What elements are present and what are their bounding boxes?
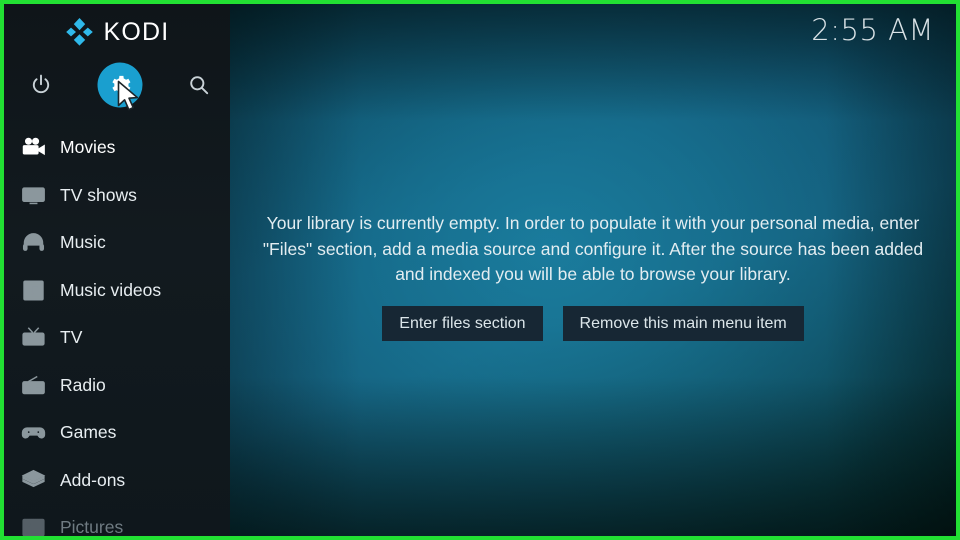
headphones-icon [12, 230, 54, 255]
sidebar-item-label: Music [60, 232, 106, 253]
sidebar-item-pictures[interactable]: Pictures [4, 504, 230, 538]
remove-main-menu-item-button[interactable]: Remove this main menu item [562, 305, 804, 341]
music-film-icon [12, 278, 54, 303]
television-icon [12, 183, 54, 208]
picture-icon [12, 515, 54, 536]
sidebar-item-tv-shows[interactable]: TV shows [4, 172, 230, 220]
sidebar-item-label: Movies [60, 137, 116, 158]
clock: 2:55 AM [811, 13, 934, 47]
sidebar-item-label: Games [60, 422, 117, 443]
sidebar-item-label: Pictures [60, 517, 124, 538]
top-icon-row [4, 58, 230, 112]
sidebar-item-tv[interactable]: TV [4, 314, 230, 362]
sidebar-item-add-ons[interactable]: Add-ons [4, 457, 230, 505]
radio-icon [12, 373, 54, 398]
kodi-logo: KODI [4, 14, 230, 50]
empty-library-message-line: "Files" section, add a media source and … [262, 238, 924, 259]
sidebar: KODI Movies TV shows Music Music videos … [4, 4, 230, 536]
empty-library-message-line: and indexed you will be able to browse y… [395, 264, 791, 285]
gear-glyph [112, 75, 131, 95]
movie-camera-icon [12, 135, 54, 160]
sidebar-item-movies[interactable]: Movies [4, 124, 230, 172]
main-content: Your library is currently empty. In orde… [230, 4, 956, 536]
enter-files-section-button[interactable]: Enter files section [382, 305, 543, 341]
retro-tv-icon [12, 325, 54, 350]
main-menu-list: Movies TV shows Music Music videos TV Ra… [4, 124, 230, 538]
addon-box-icon [12, 468, 54, 493]
sidebar-item-radio[interactable]: Radio [4, 362, 230, 410]
kodi-logo-text: KODI [103, 17, 170, 46]
sidebar-item-label: TV [60, 327, 83, 348]
sidebar-item-music[interactable]: Music [4, 219, 230, 267]
empty-library-message-line: Your library is currently empty. In orde… [266, 213, 920, 234]
sidebar-item-label: Add-ons [60, 469, 126, 490]
action-button-row: Enter files section Remove this main men… [382, 305, 804, 341]
sidebar-item-label: Radio [60, 374, 106, 395]
empty-library-message: Your library is currently empty. In orde… [258, 211, 928, 288]
sidebar-item-label: Music videos [60, 279, 162, 300]
gear-icon[interactable] [93, 58, 147, 112]
sidebar-item-games[interactable]: Games [4, 409, 230, 457]
sidebar-item-music-videos[interactable]: Music videos [4, 267, 230, 315]
kodi-window: 2:55 AM KODI Movies TV shows Music Music… [0, 0, 960, 540]
gamepad-icon [12, 420, 54, 445]
sidebar-item-label: TV shows [60, 184, 137, 205]
search-icon[interactable] [172, 58, 226, 112]
power-icon[interactable] [14, 58, 68, 112]
kodi-diamond-logo-icon [65, 18, 95, 46]
